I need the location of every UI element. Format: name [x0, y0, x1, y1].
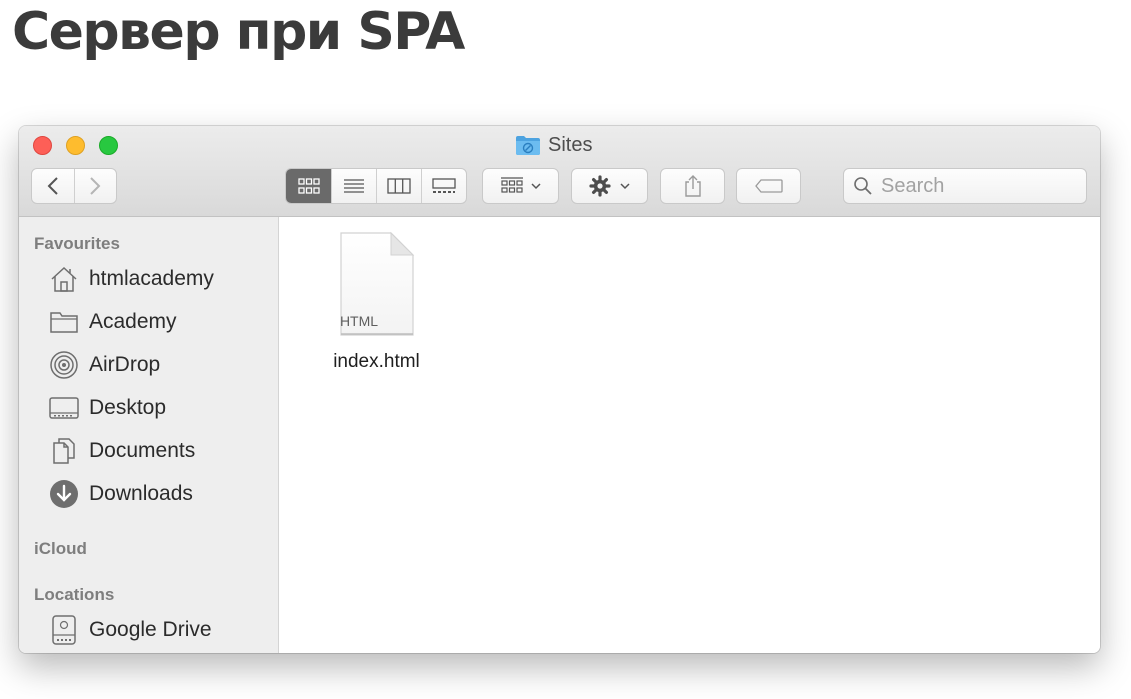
sidebar-item-label: Google Drive [89, 618, 212, 641]
search-field[interactable]: Search [843, 168, 1087, 204]
sidebar-item-label: AirDrop [89, 353, 161, 376]
share-icon [684, 175, 701, 197]
chevron-left-icon [47, 177, 58, 195]
file-browser-content: HTML index.html [279, 217, 1100, 653]
chevron-down-icon [531, 182, 541, 189]
sidebar-item-downloads[interactable]: Downloads [47, 479, 193, 509]
list-view-icon [344, 179, 364, 193]
column-view-icon [387, 178, 411, 194]
file-name: index.html [333, 351, 420, 372]
documents-icon [47, 436, 81, 466]
chevron-down-icon [620, 182, 630, 189]
gallery-view-icon [432, 178, 456, 193]
sidebar-item-label: htmlacademy [89, 267, 214, 290]
sidebar-section-icloud[interactable]: iCloud [34, 539, 87, 559]
group-arrange-icon [501, 177, 523, 193]
gear-icon [589, 175, 611, 197]
zoom-window-button[interactable] [99, 136, 118, 155]
window-title-text: Sites [548, 133, 593, 156]
forward-button[interactable] [73, 169, 117, 203]
search-icon [854, 177, 872, 195]
close-window-button[interactable] [33, 136, 52, 155]
sidebar-item-label: Downloads [89, 482, 193, 505]
sidebar-section-favourites[interactable]: Favourites [34, 234, 120, 254]
sidebar-item-documents[interactable]: Documents [47, 436, 195, 466]
view-mode-control [285, 168, 467, 204]
sidebar-item-airdrop[interactable]: AirDrop [47, 350, 160, 380]
desktop-icon [47, 393, 81, 423]
column-view-button[interactable] [376, 169, 421, 203]
slide-title: Сервер при SPA [12, 2, 465, 62]
file-type-badge: HTML [339, 313, 379, 329]
minimize-window-button[interactable] [66, 136, 85, 155]
search-placeholder: Search [881, 174, 945, 197]
window-title: Sites [515, 133, 592, 157]
folder-icon [516, 136, 540, 155]
sidebar-item-htmlacademy[interactable]: htmlacademy [47, 264, 214, 294]
airdrop-icon [47, 350, 81, 380]
back-button[interactable] [32, 169, 74, 203]
icon-view-icon [297, 178, 320, 194]
sidebar-item-label: Desktop [89, 396, 167, 419]
folder-icon [47, 307, 81, 337]
sidebar-item-label: Documents [89, 439, 196, 462]
share-button[interactable] [660, 168, 725, 204]
navigation-buttons [31, 168, 117, 204]
finder-window: Sites Search Favourites htmlacademy Acad… [19, 126, 1100, 653]
drive-icon [47, 615, 81, 645]
icon-view-button[interactable] [286, 169, 331, 203]
download-circle-icon [47, 479, 81, 509]
sidebar: Favourites htmlacademy Academy AirDrop D… [19, 217, 279, 653]
tag-button[interactable] [736, 168, 801, 204]
sidebar-item-desktop[interactable]: Desktop [47, 393, 166, 423]
sidebar-item-academy[interactable]: Academy [47, 307, 177, 337]
home-icon [47, 264, 81, 294]
action-menu-button[interactable] [571, 168, 648, 204]
sidebar-item-label: Academy [89, 310, 177, 333]
title-bar: Sites Search [19, 126, 1100, 217]
sidebar-item-google-drive[interactable]: Google Drive [47, 615, 212, 645]
list-view-button[interactable] [331, 169, 376, 203]
chevron-right-icon [90, 177, 101, 195]
tag-icon [754, 179, 783, 193]
file-item[interactable]: HTML index.html [319, 231, 434, 373]
group-arrange-button[interactable] [482, 168, 559, 204]
gallery-view-button[interactable] [421, 169, 466, 203]
sidebar-section-locations[interactable]: Locations [34, 585, 114, 605]
